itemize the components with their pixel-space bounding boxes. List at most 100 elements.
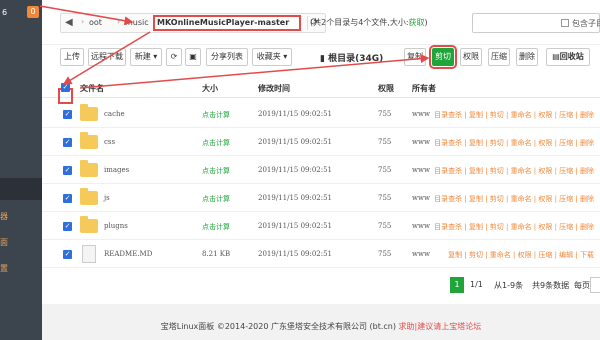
delete-button[interactable]: 删除 bbox=[516, 48, 538, 66]
folder-icon bbox=[80, 104, 98, 121]
select-all-checkbox[interactable]: ✓ bbox=[61, 83, 70, 92]
page-range: 从1-9条 bbox=[494, 281, 524, 290]
row-checkbox[interactable]: ✓ bbox=[63, 250, 72, 259]
row-checkbox[interactable]: ✓ bbox=[63, 110, 72, 119]
row-actions[interactable]: 目录查杀 | 复制 | 剪切 | 重命名 | 权限 | 压缩 | 删除 bbox=[434, 222, 594, 232]
row-actions[interactable]: 复制 | 剪切 | 重命名 | 权限 | 压缩 | 编辑 | 下载 bbox=[448, 250, 594, 260]
terminal-button[interactable]: ▣ bbox=[185, 48, 201, 66]
search-input[interactable]: 包含子目录 bbox=[472, 13, 600, 33]
file-size[interactable]: 点击计算 bbox=[202, 166, 230, 176]
table-row[interactable]: ✓ README.MD 8.21 KB 2019/11/15 09:02:51 … bbox=[42, 240, 600, 268]
recycle-icon: ▤ bbox=[552, 52, 560, 61]
file-perm: 755 bbox=[378, 166, 392, 174]
file-owner: www bbox=[412, 138, 430, 146]
row-actions[interactable]: 目录查杀 | 复制 | 剪切 | 重命名 | 权限 | 压缩 | 删除 bbox=[434, 166, 594, 176]
row-actions[interactable]: 目录查杀 | 复制 | 剪切 | 重命名 | 权限 | 压缩 | 删除 bbox=[434, 138, 594, 148]
cut-button[interactable]: 剪切 bbox=[429, 45, 457, 69]
sidebar-item-1[interactable]: 器 bbox=[0, 206, 42, 228]
table-row[interactable]: ✓ plugns 点击计算 2019/11/15 09:02:51 755 ww… bbox=[42, 212, 600, 240]
table-row[interactable]: ✓ js 点击计算 2019/11/15 09:02:51 755 www 目录… bbox=[42, 184, 600, 212]
file-owner: www bbox=[412, 110, 430, 118]
file-owner: www bbox=[412, 194, 430, 202]
table-header: ✓ 文件名 大小 修改时间 权限 所有者 bbox=[42, 78, 600, 104]
file-icon bbox=[82, 245, 96, 263]
column-owner[interactable]: 所有者 bbox=[412, 83, 436, 94]
root-dir-label[interactable]: ▮ 根目录(34G) bbox=[320, 51, 383, 64]
file-size[interactable]: 点击计算 bbox=[202, 138, 230, 148]
new-button[interactable]: 新建 ▾ bbox=[130, 48, 162, 66]
row-actions[interactable]: 目录查杀 | 复制 | 剪切 | 重命名 | 权限 | 压缩 | 删除 bbox=[434, 194, 594, 204]
file-mtime: 2019/11/15 09:02:51 bbox=[258, 222, 333, 230]
pagination: 1 1/1 从1-9条 共9条数据 每页 bbox=[42, 270, 600, 304]
file-perm: 755 bbox=[378, 110, 392, 118]
terminal-icon: ▣ bbox=[189, 52, 197, 61]
per-page-label: 每页 bbox=[574, 281, 590, 290]
compress-button[interactable]: 压缩 bbox=[488, 48, 510, 66]
file-perm: 755 bbox=[378, 194, 392, 202]
file-owner: www bbox=[412, 222, 430, 230]
root-dir-text: 根目录(34G) bbox=[328, 54, 384, 64]
favorites-button[interactable]: 收藏夹 ▾ bbox=[252, 48, 292, 66]
file-mtime: 2019/11/15 09:02:51 bbox=[258, 110, 333, 118]
file-size[interactable]: 点击计算 bbox=[202, 110, 230, 120]
file-table: ✓ 文件名 大小 修改时间 权限 所有者 ✓ cache 点击计算 2019/1… bbox=[42, 70, 600, 270]
summary-end: ) bbox=[424, 18, 428, 27]
folder-icon bbox=[80, 188, 98, 205]
sidebar-item-3[interactable]: 置 bbox=[0, 258, 42, 280]
share-list-button[interactable]: 分享列表 bbox=[206, 48, 248, 66]
column-perm[interactable]: 权限 bbox=[378, 83, 394, 94]
version-label: 6 bbox=[2, 8, 8, 17]
file-perm: 755 bbox=[378, 250, 392, 258]
file-name[interactable]: images bbox=[104, 166, 129, 174]
table-row[interactable]: ✓ cache 点击计算 2019/11/15 09:02:51 755 www… bbox=[42, 100, 600, 128]
row-checkbox[interactable]: ✓ bbox=[63, 166, 72, 175]
permission-button[interactable]: 权限 bbox=[460, 48, 482, 66]
per-page-select[interactable] bbox=[590, 277, 600, 293]
breadcrumb-current[interactable]: MKOnlineMusicPlayer-master bbox=[153, 15, 301, 31]
recycle-label: 回收站 bbox=[559, 52, 584, 61]
breadcrumb-root[interactable]: oot bbox=[89, 18, 102, 27]
footer-forum-link[interactable]: 求助|建议请上宝塔论坛 bbox=[399, 322, 482, 331]
refresh-icon: ⟳ bbox=[170, 52, 178, 61]
row-checkbox[interactable]: ✓ bbox=[63, 138, 72, 147]
file-name[interactable]: README.MD bbox=[104, 250, 152, 258]
remote-download-button[interactable]: 远程下载 bbox=[88, 48, 126, 66]
file-name[interactable]: plugns bbox=[104, 222, 128, 230]
page-count: 1/1 bbox=[470, 280, 483, 289]
directory-summary: (共2个目录与4个文件,大小:获取) bbox=[310, 17, 428, 28]
size-fetch-link[interactable]: 获取 bbox=[409, 18, 425, 27]
back-arrow-icon[interactable]: ◀ bbox=[65, 17, 77, 29]
column-name[interactable]: 文件名 bbox=[80, 83, 104, 94]
footer: 宝塔Linux面板 ©2014-2020 广东堡塔安全技术有限公司 (bt.cn… bbox=[42, 314, 600, 340]
table-row[interactable]: ✓ css 点击计算 2019/11/15 09:02:51 755 www 目… bbox=[42, 128, 600, 156]
upload-button[interactable]: 上传 bbox=[60, 48, 84, 66]
file-owner: www bbox=[412, 166, 430, 174]
recycle-bin-button[interactable]: ▤回收站 bbox=[546, 48, 590, 66]
breadcrumb-separator-icon: › bbox=[117, 17, 121, 26]
file-mtime: 2019/11/15 09:02:51 bbox=[258, 138, 333, 146]
column-mtime[interactable]: 修改时间 bbox=[258, 83, 290, 94]
row-checkbox[interactable]: ✓ bbox=[63, 222, 72, 231]
folder-icon bbox=[80, 132, 98, 149]
file-size[interactable]: 点击计算 bbox=[202, 194, 230, 204]
file-name[interactable]: cache bbox=[104, 110, 125, 118]
path-input[interactable]: ◀ › oot › music MKOnlineMusicPlayer-mast… bbox=[60, 13, 326, 33]
notification-badge[interactable]: 0 bbox=[27, 6, 39, 18]
sidebar-item-2[interactable]: 面 bbox=[0, 232, 42, 254]
file-name[interactable]: js bbox=[104, 194, 110, 202]
column-size[interactable]: 大小 bbox=[202, 83, 218, 94]
footer-copyright: 宝塔Linux面板 ©2014-2020 广东堡塔安全技术有限公司 (bt.cn… bbox=[160, 322, 396, 331]
row-actions[interactable]: 目录查杀 | 复制 | 剪切 | 重命名 | 权限 | 压缩 | 删除 bbox=[434, 110, 594, 120]
table-row[interactable]: ✓ images 点击计算 2019/11/15 09:02:51 755 ww… bbox=[42, 156, 600, 184]
file-size: 8.21 KB bbox=[202, 250, 231, 258]
row-checkbox[interactable]: ✓ bbox=[63, 194, 72, 203]
refresh-button[interactable]: ⟳ bbox=[166, 48, 182, 66]
breadcrumb-music[interactable]: music bbox=[125, 18, 149, 27]
include-subdir-checkbox[interactable] bbox=[561, 19, 569, 27]
file-name[interactable]: css bbox=[104, 138, 115, 146]
page-current[interactable]: 1 bbox=[450, 277, 464, 293]
file-size[interactable]: 点击计算 bbox=[202, 222, 230, 232]
sidebar-item-files-active[interactable] bbox=[0, 178, 42, 200]
file-mtime: 2019/11/15 09:02:51 bbox=[258, 194, 333, 202]
copy-button[interactable]: 复制 bbox=[404, 48, 426, 66]
